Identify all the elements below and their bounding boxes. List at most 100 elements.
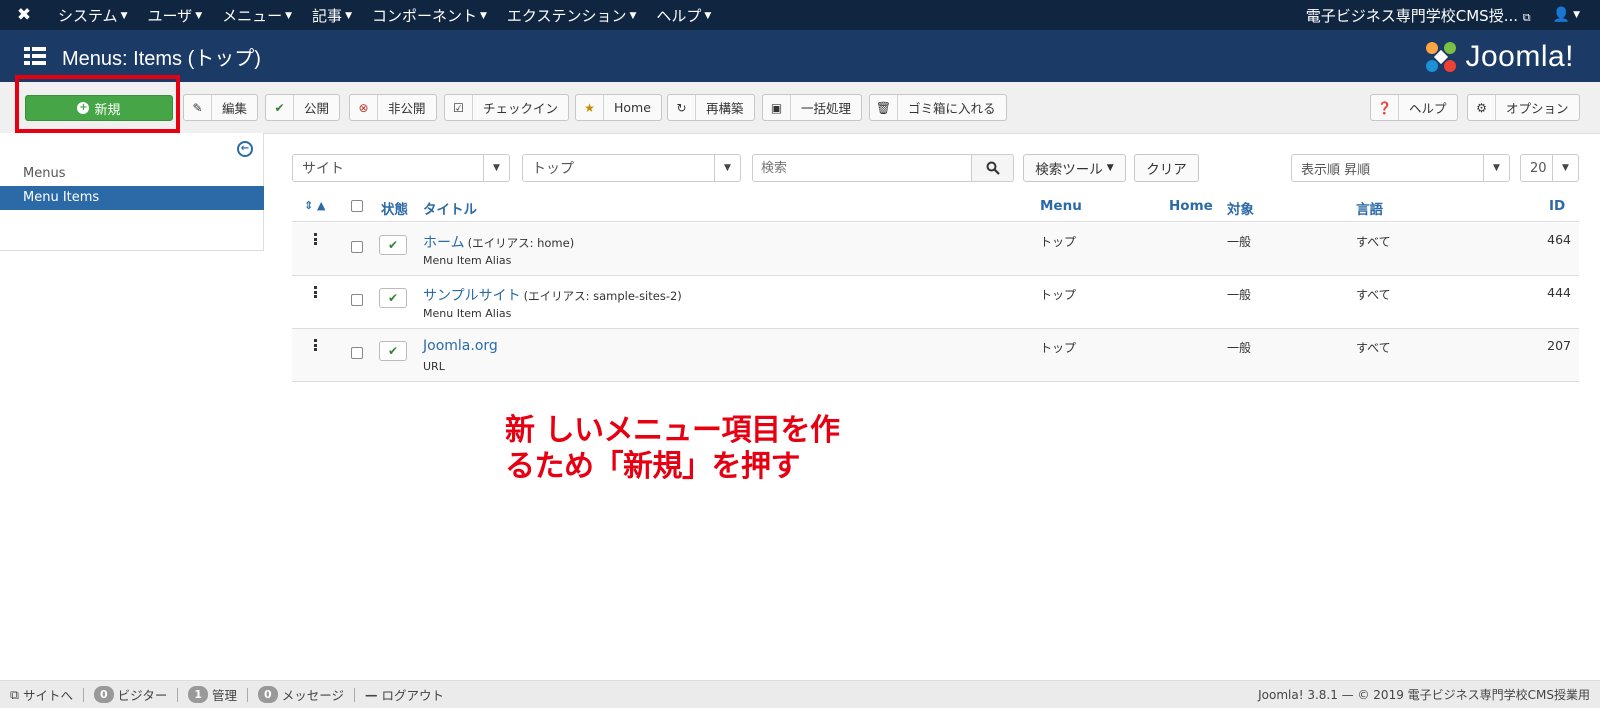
column-language[interactable]: 言語 xyxy=(1356,198,1383,218)
logout-link[interactable]: — ログアウト xyxy=(355,685,454,704)
visitors-count-badge: 0 xyxy=(93,686,114,703)
edit-button[interactable]: ✎ 編集 xyxy=(183,94,259,121)
joomla-logo: Joomla! xyxy=(1423,39,1574,75)
sidebar-item-menus[interactable]: Menus xyxy=(0,162,264,186)
clear-button[interactable]: クリア xyxy=(1134,154,1199,182)
external-link-icon: ⧉ xyxy=(10,686,19,702)
list-icon xyxy=(24,47,46,65)
refresh-icon: ↻ xyxy=(668,95,696,120)
visitors-link[interactable]: 0 ビジター xyxy=(84,685,177,704)
menu-system-label: システム xyxy=(58,6,118,25)
select-all-checkbox[interactable] xyxy=(351,200,363,216)
search-button[interactable] xyxy=(971,154,1014,182)
client-select-value: サイト xyxy=(302,161,344,177)
menu-users-label: ユーザ xyxy=(147,6,193,25)
column-menu[interactable]: Menu xyxy=(1040,198,1082,214)
messages-link[interactable]: 0 メッセージ xyxy=(248,685,354,704)
top-navbar: ✖ システム ▼ ユーザ ▼ メニュー ▼ 記事 ▼ コンポーネント ▼ エクステンション… xyxy=(0,0,1600,30)
row-checkbox[interactable] xyxy=(351,347,363,359)
item-title: ホーム xyxy=(423,235,465,251)
caret-down-icon: ▼ xyxy=(704,11,712,21)
home-button-label: Home xyxy=(614,100,651,115)
help-button[interactable]: ❓ ヘルプ xyxy=(1370,94,1458,121)
limit-select[interactable]: 20 ▼ xyxy=(1520,154,1579,182)
edit-button-label: 編集 xyxy=(222,101,248,116)
menu-components[interactable]: コンポーネント ▼ xyxy=(362,5,497,26)
column-id[interactable]: ID xyxy=(1549,198,1565,214)
column-title[interactable]: タイトル xyxy=(423,198,477,218)
published-toggle[interactable]: ✔ xyxy=(379,235,407,255)
menu-help[interactable]: ヘルプ ▼ xyxy=(646,5,721,26)
item-title-link[interactable]: サンプルサイト (エイリアス: sample-sites-2) xyxy=(423,285,682,305)
published-toggle[interactable]: ✔ xyxy=(379,288,407,308)
unpublish-button[interactable]: ⊗ 非公開 xyxy=(349,94,437,121)
menu-menus[interactable]: メニュー ▼ xyxy=(212,5,302,26)
row-checkbox[interactable] xyxy=(351,241,363,253)
new-button[interactable]: + 新規 xyxy=(25,95,173,121)
drag-handle-icon[interactable] xyxy=(314,233,317,245)
rebuild-button[interactable]: ↻ 再構築 xyxy=(667,94,755,121)
joomla-icon[interactable]: ✖ xyxy=(0,5,48,25)
publish-button[interactable]: ✔ 公開 xyxy=(265,94,341,121)
user-icon: 👤 xyxy=(1552,7,1571,23)
trash-button[interactable]: 🗑 ゴミ箱に入れる xyxy=(869,94,1007,121)
unpublish-button-label: 非公開 xyxy=(388,101,426,116)
check-icon: ✔ xyxy=(387,344,399,358)
options-button[interactable]: ⚙ オプション xyxy=(1467,94,1580,121)
menu-system[interactable]: システム ▼ xyxy=(48,5,137,26)
annotation-line-2: るため「新規」を押す xyxy=(505,449,801,484)
visitors-label: ビジター xyxy=(117,688,168,703)
item-title-link[interactable]: ホーム (エイリアス: home) xyxy=(423,232,574,252)
menu-select-value: トップ xyxy=(532,161,574,177)
rebuild-button-label: 再構築 xyxy=(706,101,744,116)
item-type: URL xyxy=(423,360,445,373)
menu-extensions[interactable]: エクステンション ▼ xyxy=(497,5,646,26)
chevron-down-icon: ▼ xyxy=(714,155,740,181)
item-language: すべて xyxy=(1356,235,1391,249)
sidebar-item-menu-items[interactable]: Menu Items xyxy=(0,186,264,210)
collapse-sidebar-icon[interactable]: ← xyxy=(237,141,253,157)
logout-label: ログアウト xyxy=(381,688,444,703)
checkin-button[interactable]: ☑ チェックイン xyxy=(444,94,570,121)
site-link[interactable]: 電子ビジネス専門学校CMS授... ⧉ xyxy=(1292,5,1545,26)
sort-ordering-icon[interactable]: ⇕ ▲ xyxy=(304,199,326,212)
plus-icon: + xyxy=(77,102,90,114)
question-icon: ❓ xyxy=(1371,95,1399,120)
joomla-logo-icon xyxy=(1426,42,1457,72)
menu-select[interactable]: トップ ▼ xyxy=(522,154,741,182)
client-select[interactable]: サイト ▼ xyxy=(292,154,510,182)
view-site-label: サイトへ xyxy=(22,688,73,703)
menu-extensions-label: エクステンション xyxy=(506,6,627,25)
page-header: Menus: Items (トップ) Joomla! xyxy=(0,30,1600,82)
item-access: 一般 xyxy=(1227,288,1252,302)
messages-count-badge: 0 xyxy=(258,686,278,703)
ordering-select[interactable]: 表示順 昇順 ▼ xyxy=(1291,154,1510,182)
search-tools-label: 検索ツール xyxy=(1035,162,1103,178)
menu-users[interactable]: ユーザ ▼ xyxy=(137,5,212,26)
search-tools-button[interactable]: 検索ツール ▼ xyxy=(1023,154,1126,182)
drag-handle-icon[interactable] xyxy=(314,339,317,351)
column-status[interactable]: 状態 xyxy=(381,198,408,218)
table-row: ✔ サンプルサイト (エイリアス: sample-sites-2) Menu It… xyxy=(292,276,1579,329)
caret-down-icon: ▼ xyxy=(480,11,487,21)
published-toggle[interactable]: ✔ xyxy=(379,341,407,361)
item-title: Joomla.org xyxy=(423,338,498,354)
admins-link[interactable]: 1 管理 xyxy=(178,685,247,704)
help-button-label: ヘルプ xyxy=(1409,101,1447,116)
user-menu[interactable]: 👤 ▼ xyxy=(1545,7,1600,23)
column-home[interactable]: Home xyxy=(1169,198,1213,214)
row-checkbox[interactable] xyxy=(351,294,363,306)
item-title-link[interactable]: Joomla.org xyxy=(423,338,501,354)
batch-button[interactable]: ▣ 一括処理 xyxy=(762,94,863,121)
admins-count-badge: 1 xyxy=(188,686,209,703)
site-name: 電子ビジネス専門学校CMS授... xyxy=(1305,6,1518,25)
home-button[interactable]: ★ Home xyxy=(575,94,662,121)
minus-icon: — xyxy=(364,687,378,702)
drag-handle-icon[interactable] xyxy=(314,286,317,298)
messages-label: メッセージ xyxy=(281,688,344,703)
column-access[interactable]: 対象 xyxy=(1227,198,1254,218)
menu-content[interactable]: 記事 ▼ xyxy=(302,5,362,26)
search-input[interactable] xyxy=(752,154,972,182)
item-alias: (エイリアス: home) xyxy=(467,236,575,250)
view-site-link[interactable]: ⧉ サイトへ xyxy=(0,685,83,704)
